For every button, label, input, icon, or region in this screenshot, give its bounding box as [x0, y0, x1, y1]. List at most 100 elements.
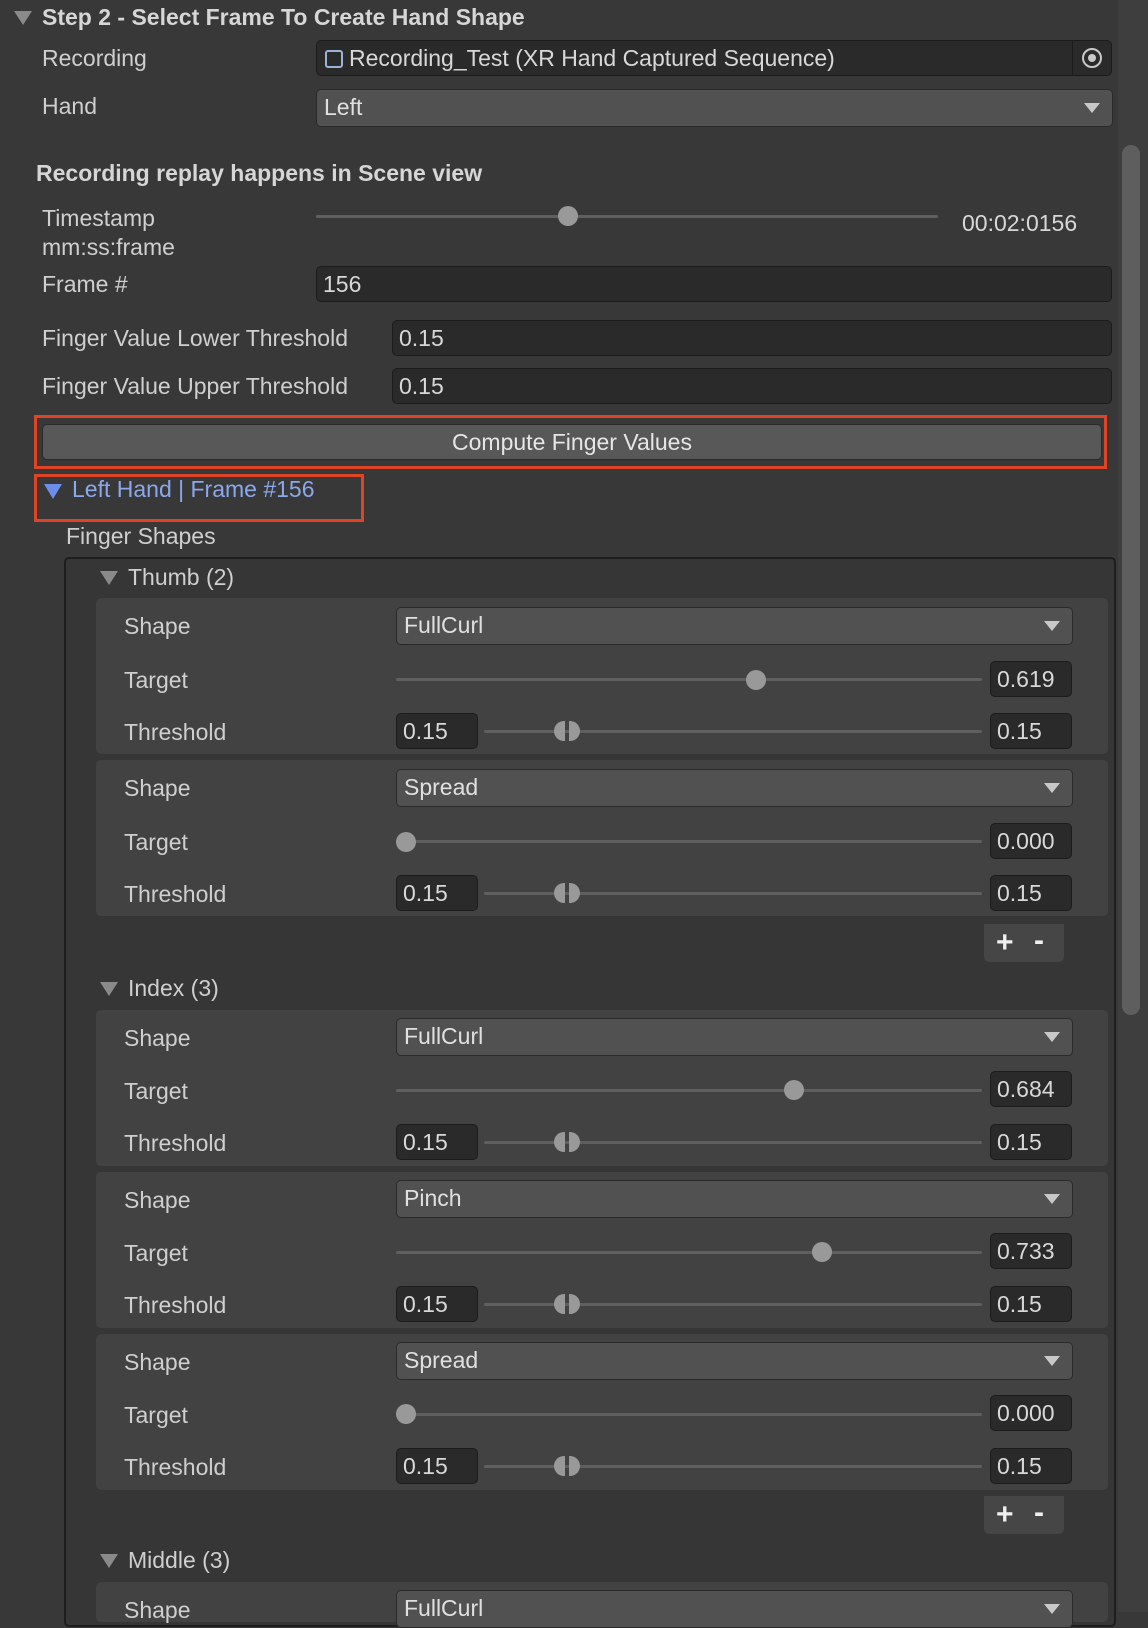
shape-dropdown[interactable]: FullCurl [396, 1590, 1073, 1628]
timestamp-format-label: mm:ss:frame [42, 234, 175, 260]
finger-shapes-label: Finger Shapes [66, 523, 216, 549]
threshold-max-field[interactable]: 0.15 [990, 1124, 1072, 1160]
threshold-label: Threshold [124, 1292, 227, 1318]
target-slider-track[interactable] [396, 1089, 982, 1092]
target-slider-handle[interactable] [746, 670, 766, 690]
add-item-button[interactable]: + [996, 1500, 1014, 1530]
target-value-field[interactable]: 0.684 [990, 1071, 1072, 1107]
hand-dropdown-value: Left [324, 94, 363, 120]
thumb-title[interactable]: Thumb (2) [128, 563, 234, 591]
timestamp-value: 00:02:0156 [962, 210, 1078, 236]
timestamp-slider-handle[interactable] [558, 206, 578, 226]
target-slider-track[interactable] [396, 1413, 982, 1416]
shape-dropdown-value: Spread [404, 1347, 479, 1373]
section-title: Step 2 - Select Frame To Create Hand Sha… [42, 4, 525, 30]
target-value-field[interactable]: 0.733 [990, 1233, 1072, 1269]
shape-dropdown-value: Pinch [404, 1185, 462, 1211]
threshold-min-field[interactable]: 0.15 [396, 713, 478, 749]
timestamp-label: Timestamp [42, 205, 155, 231]
object-picker-icon [1082, 48, 1102, 68]
shape-dropdown-value: FullCurl [404, 612, 484, 638]
shape-label: Shape [124, 775, 191, 801]
upper-threshold-field[interactable]: 0.15 [392, 368, 1112, 404]
target-label: Target [124, 829, 188, 855]
threshold-label: Threshold [124, 1130, 227, 1156]
target-slider-handle[interactable] [812, 1242, 832, 1262]
threshold-max-field[interactable]: 0.15 [990, 713, 1072, 749]
lower-threshold-field[interactable]: 0.15 [392, 320, 1112, 356]
threshold-min-field[interactable]: 0.15 [396, 1124, 478, 1160]
shape-dropdown-value: Spread [404, 774, 479, 800]
frame-number-field[interactable]: 156 [316, 266, 1112, 302]
target-slider-handle[interactable] [396, 832, 416, 852]
timestamp-slider-track[interactable] [316, 215, 938, 218]
chevron-down-icon [1044, 621, 1060, 631]
threshold-max-field[interactable]: 0.15 [990, 1286, 1072, 1322]
shape-label: Shape [124, 1597, 191, 1623]
recording-value: Recording_Test (XR Hand Captured Sequenc… [349, 45, 835, 71]
threshold-max-field[interactable]: 0.15 [990, 1448, 1072, 1484]
threshold-label: Threshold [124, 1454, 227, 1480]
upper-threshold-label: Finger Value Upper Threshold [42, 373, 348, 399]
target-label: Target [124, 667, 188, 693]
compute-button-highlight [34, 415, 1107, 469]
shape-dropdown[interactable]: Pinch [396, 1180, 1073, 1218]
threshold-range-handle[interactable] [554, 721, 580, 741]
add-item-button[interactable]: + [996, 928, 1014, 958]
hand-dropdown[interactable]: Left [316, 89, 1113, 127]
threshold-min-field[interactable]: 0.15 [396, 875, 478, 911]
threshold-range-handle[interactable] [554, 1456, 580, 1476]
remove-item-button[interactable]: - [1034, 1498, 1044, 1528]
target-slider-track[interactable] [396, 678, 982, 681]
scriptable-object-icon [325, 50, 343, 68]
shape-label: Shape [124, 613, 191, 639]
threshold-label: Threshold [124, 719, 227, 745]
lower-threshold-label: Finger Value Lower Threshold [42, 325, 348, 351]
threshold-range-handle[interactable] [554, 1132, 580, 1152]
target-value-field[interactable]: 0.619 [990, 661, 1072, 697]
shape-label: Shape [124, 1025, 191, 1051]
hand-label: Hand [42, 93, 97, 119]
chevron-down-icon [1044, 1032, 1060, 1042]
threshold-min-field[interactable]: 0.15 [396, 1286, 478, 1322]
shape-dropdown[interactable]: Spread [396, 769, 1073, 807]
index-title[interactable]: Index (3) [128, 974, 219, 1002]
target-slider-track[interactable] [396, 840, 982, 843]
middle-title[interactable]: Middle (3) [128, 1546, 230, 1574]
object-picker-button[interactable] [1072, 41, 1112, 75]
target-label: Target [124, 1402, 188, 1428]
remove-item-button[interactable]: - [1034, 926, 1044, 956]
recording-label: Recording [42, 45, 147, 71]
threshold-min-field[interactable]: 0.15 [396, 1448, 478, 1484]
target-slider-handle[interactable] [396, 1404, 416, 1424]
target-slider-track[interactable] [396, 1251, 982, 1254]
threshold-max-field[interactable]: 0.15 [990, 875, 1072, 911]
chevron-down-icon [1044, 1604, 1060, 1614]
shape-dropdown[interactable]: FullCurl [396, 607, 1073, 645]
step2-foldout-arrow-icon[interactable] [14, 11, 32, 25]
threshold-label: Threshold [124, 881, 227, 907]
replay-note: Recording replay happens in Scene view [36, 160, 483, 186]
target-label: Target [124, 1240, 188, 1266]
threshold-range-handle[interactable] [554, 1294, 580, 1314]
recording-object-field[interactable]: Recording_Test (XR Hand Captured Sequenc… [316, 40, 1112, 76]
target-slider-handle[interactable] [784, 1080, 804, 1100]
chevron-down-icon [1084, 103, 1100, 113]
scrollbar-thumb[interactable] [1122, 145, 1140, 1015]
frame-label: Frame # [42, 271, 128, 297]
target-value-field[interactable]: 0.000 [990, 1395, 1072, 1431]
shape-label: Shape [124, 1187, 191, 1213]
chevron-down-icon [1044, 783, 1060, 793]
thumb-foldout-arrow-icon[interactable] [100, 571, 118, 585]
threshold-range-handle[interactable] [554, 883, 580, 903]
middle-foldout-arrow-icon[interactable] [100, 1554, 118, 1568]
shape-dropdown[interactable]: Spread [396, 1342, 1073, 1380]
chevron-down-icon [1044, 1356, 1060, 1366]
chevron-down-icon [1044, 1194, 1060, 1204]
index-foldout-arrow-icon[interactable] [100, 982, 118, 996]
shape-label: Shape [124, 1349, 191, 1375]
target-value-field[interactable]: 0.000 [990, 823, 1072, 859]
shape-dropdown-value: FullCurl [404, 1595, 484, 1621]
target-label: Target [124, 1078, 188, 1104]
shape-dropdown[interactable]: FullCurl [396, 1018, 1073, 1056]
